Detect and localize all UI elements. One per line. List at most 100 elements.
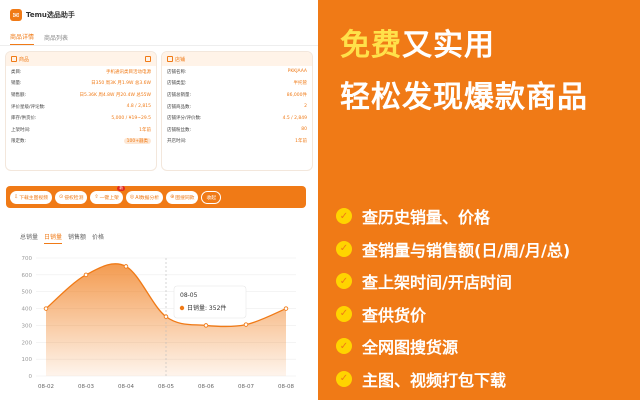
- app-logo-icon: ✉: [10, 9, 22, 21]
- product-row: 类目: 手机通讯类目活动电源: [6, 66, 156, 78]
- tab-total-sales[interactable]: 总销量: [20, 232, 38, 243]
- tab-revenue[interactable]: 销售额: [68, 232, 86, 243]
- row-value: 5,000 / ¥19~29.5: [111, 115, 151, 121]
- image-search-icon: ⊕: [170, 194, 175, 200]
- check-icon: ✓: [336, 305, 352, 322]
- data-point: [203, 323, 209, 328]
- row-value: 日350 周3K 月1.9W 总3.6W: [91, 81, 151, 87]
- store-row: 店铺商品数: 2: [162, 101, 312, 113]
- tab-daily-sales[interactable]: 日销量: [44, 232, 63, 244]
- x-tick-label: 08-08: [278, 384, 294, 390]
- row-value: 1年前: [139, 127, 151, 133]
- headline-highlight: 免费: [340, 28, 402, 63]
- feature-item: ✓ 查上架时间/开店时间: [336, 265, 570, 298]
- product-row: 销售额: 日5.36K 周4.8W 月20.4W 总55W: [6, 89, 156, 101]
- x-tick-label: 08-05: [158, 384, 174, 390]
- y-tick-label: 600: [22, 273, 33, 279]
- y-tick-label: 700: [22, 256, 33, 262]
- row-key: 上架时间:: [11, 127, 31, 133]
- row-key: 店铺总销量:: [167, 92, 192, 98]
- data-point: [83, 272, 89, 278]
- store-card-header: 店铺: [162, 52, 312, 66]
- x-tick-label: 08-06: [198, 384, 214, 390]
- product-card-header: 商品: [6, 52, 156, 66]
- action-toolbar: ⇩ 下载主图视频 ⊙ 侵权检测 ⇧ 一键上架 新 ◎ AI数据分析 ⊕ 图搜同款 收起: [6, 185, 306, 208]
- tab-product-list[interactable]: 商品列表: [44, 33, 68, 45]
- row-value: 100+器类: [123, 138, 151, 145]
- collapse-button[interactable]: 收起: [201, 190, 222, 204]
- store-card: 店铺 店铺名称: PKKJAAA 店铺类型: 半托管 店铺总销量: 86,000件 店…: [162, 52, 312, 170]
- tooltip-title: 08-05: [180, 292, 198, 299]
- button-label: 一键上架: [99, 195, 119, 201]
- check-icon: ✓: [336, 338, 352, 355]
- check-icon: ✓: [336, 370, 352, 387]
- row-key: 店铺评分/评价数:: [167, 116, 202, 122]
- check-icon: ✓: [336, 240, 352, 257]
- data-point: [163, 314, 169, 319]
- x-tick-label: 08-03: [78, 384, 94, 390]
- product-card-title: 商品: [19, 56, 30, 63]
- row-value: 日5.36K 周4.8W 月20.4W 总55W: [79, 92, 151, 98]
- x-tick-label: 08-04: [118, 384, 134, 390]
- store-icon: [167, 56, 173, 62]
- store-card-title: 店铺: [175, 56, 186, 63]
- feature-label: 查销量与销售额(日/周/月/总): [362, 240, 571, 260]
- row-key: 店铺商品数:: [167, 104, 192, 110]
- button-label: 图搜同款: [175, 195, 195, 201]
- new-badge: 新: [117, 185, 125, 191]
- app-title: Temu选品助手: [26, 11, 75, 19]
- chart-tabs: 总销量 日销量 销售额 价格: [6, 232, 312, 246]
- tooltip-box: [173, 285, 247, 319]
- info-cards: 商品 类目: 手机通讯类目活动电源 销量: 日350 周3K 月1.9W 总3.6W…: [6, 52, 312, 170]
- row-key: 销量:: [11, 81, 22, 87]
- feature-label: 查上架时间/开店时间: [362, 273, 512, 293]
- copy-icon[interactable]: [145, 56, 151, 62]
- row-value[interactable]: PKKJAAA: [288, 69, 307, 74]
- feature-label: 全网图搜货源: [362, 338, 459, 358]
- tab-price[interactable]: 价格: [92, 232, 104, 243]
- row-key: 店铺名称:: [167, 69, 187, 75]
- row-key: 销售额:: [11, 92, 27, 98]
- tab-product-detail[interactable]: 商品详情: [10, 32, 35, 45]
- button-label: AI数据分析: [135, 195, 160, 201]
- y-tick-label: 0: [29, 374, 33, 380]
- y-tick-label: 500: [22, 290, 33, 296]
- feature-list: ✓ 查历史销量、价格 ✓ 查销量与销售额(日/周/月/总) ✓ 查上架时间/开店时间 …: [336, 200, 570, 395]
- image-search-button[interactable]: ⊕ 图搜同款: [166, 190, 199, 204]
- x-tick-label: 08-07: [238, 384, 254, 390]
- row-value: 2: [304, 104, 307, 110]
- row-value: 1年前: [295, 139, 307, 145]
- product-row: 评价星级/评论数: 4.8 / 2,815: [6, 101, 156, 113]
- row-key: 类目:: [11, 69, 22, 75]
- row-key: 店铺粉丝数:: [167, 127, 192, 133]
- store-row: 店铺粉丝数: 80: [162, 124, 312, 136]
- data-point: [43, 306, 49, 311]
- y-tick-label: 100: [22, 357, 33, 363]
- product-icon: [11, 56, 17, 62]
- row-value: 4.8 / 2,815: [126, 104, 151, 110]
- upload-icon: ⇧: [94, 194, 99, 200]
- y-tick-label: 400: [22, 307, 33, 313]
- row-key: 库存/供货价:: [11, 116, 37, 122]
- feature-item: ✓ 查销量与销售额(日/周/月/总): [336, 233, 570, 266]
- download-icon: ⇩: [14, 194, 19, 200]
- tooltip-marker: [179, 305, 185, 311]
- daily-sales-chart: 0 100 200 300 400 500 600 700 08-02 08-03 08-04 08-…: [22, 256, 296, 390]
- row-value: 手机通讯类目活动电源: [106, 69, 151, 75]
- ai-analysis-button[interactable]: ◎ AI数据分析: [125, 190, 164, 204]
- one-click-listing-button[interactable]: ⇧ 一键上架 新: [90, 185, 125, 204]
- x-tick-label: 08-02: [38, 384, 54, 390]
- button-label: 侵权检测: [64, 195, 84, 201]
- y-tick-label: 300: [22, 323, 33, 329]
- headline-line-1: 免费又实用: [340, 20, 495, 64]
- feature-item: ✓ 查供货价: [336, 298, 570, 331]
- product-row: 限定数: 100+器类: [6, 136, 156, 148]
- feature-item: ✓ 主图、视频打包下载: [336, 363, 570, 396]
- download-media-button[interactable]: ⇩ 下载主图视频: [10, 190, 52, 204]
- infringement-check-button[interactable]: ⊙ 侵权检测: [55, 190, 88, 204]
- product-row: 上架时间: 1年前: [6, 124, 156, 136]
- row-value: 半托管: [293, 81, 308, 87]
- store-row: 店铺总销量: 86,000件: [162, 89, 312, 101]
- row-key: 店铺类型:: [167, 81, 187, 87]
- data-point: [283, 306, 289, 311]
